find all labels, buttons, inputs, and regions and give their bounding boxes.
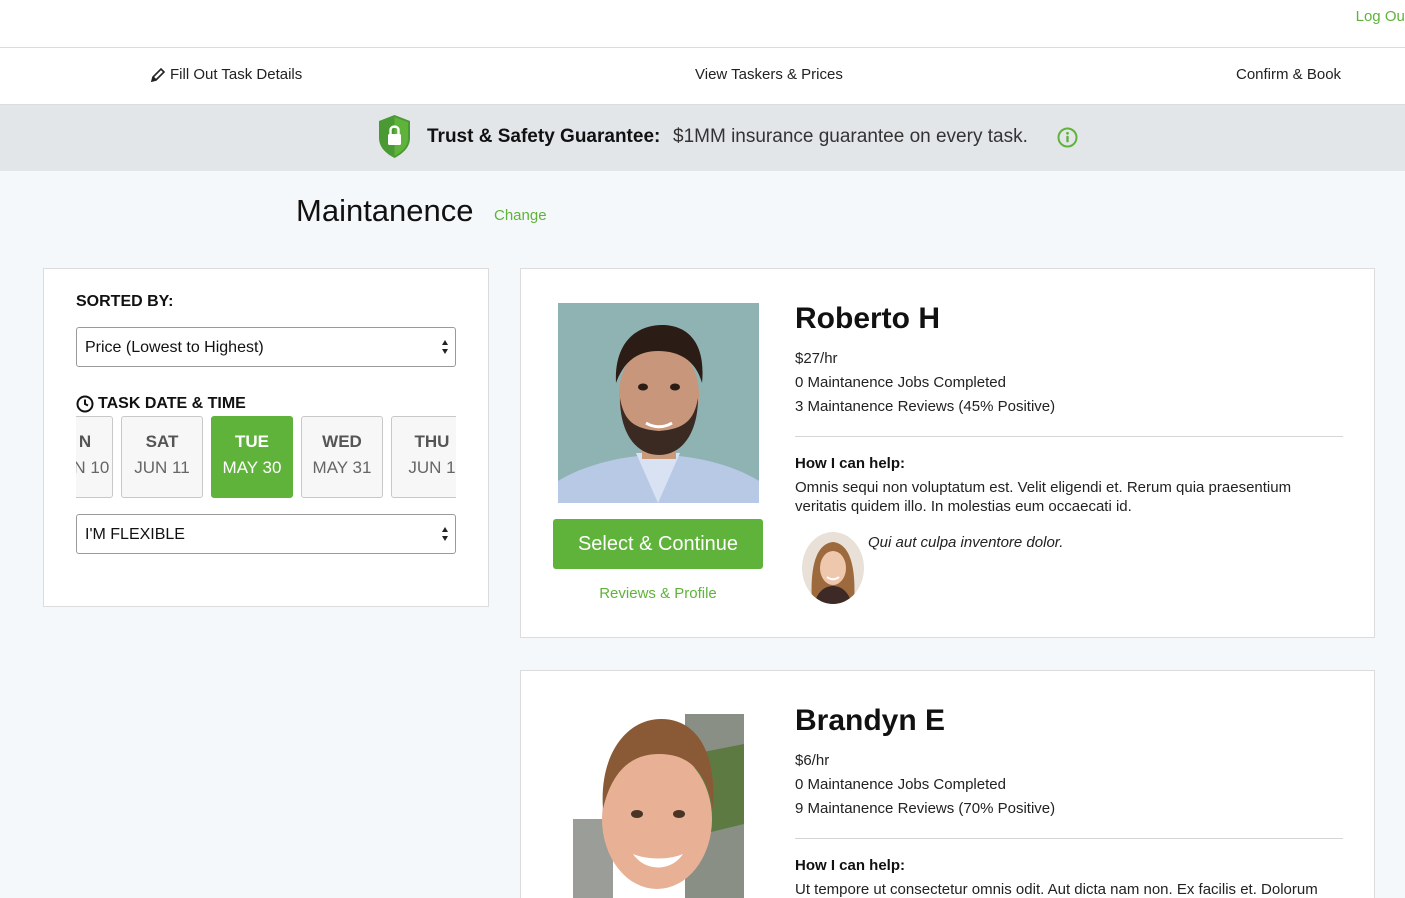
clock-icon (76, 395, 94, 413)
reviews-profile-link[interactable]: Reviews & Profile (553, 585, 763, 602)
change-category-link[interactable]: Change (494, 207, 547, 224)
sort-panel: SORTED BY: Price (Lowest to Highest) TAS… (43, 268, 489, 607)
how-i-can-help-heading: How I can help: (795, 857, 906, 874)
tasker-jobs-completed: 0 Maintanence Jobs Completed (795, 374, 1006, 391)
date-label-text: TASK DATE & TIME (98, 395, 246, 412)
step-label: Confirm & Book (1236, 66, 1342, 83)
date-carousel[interactable]: N JUN 10 SAT JUN 11 TUE MAY 30 WED MAY 3… (76, 416, 456, 498)
sort-select-value: Price (Lowest to Highest) (85, 339, 264, 356)
task-date-time-label: TASK DATE & TIME (76, 395, 246, 413)
how-i-can-help-text: Ut tempore ut consectetur omnis odit. Au… (795, 881, 1318, 898)
step-fill-out-details[interactable]: Fill Out Task Details (150, 66, 302, 83)
time-select-value: I'M FLEXIBLE (85, 526, 185, 543)
trust-safety-banner: Trust & Safety Guarantee: $1MM insurance… (0, 105, 1405, 171)
step-label: View Taskers & Prices (695, 66, 843, 83)
tasker-name: Brandyn E (795, 704, 946, 737)
step-view-taskers[interactable]: View Taskers & Prices (695, 66, 843, 83)
logout-link[interactable]: Log Out (1356, 8, 1405, 25)
tasker-card: Roberto H $27/hr 0 Maintanence Jobs Comp… (520, 268, 1375, 638)
info-icon[interactable] (1057, 127, 1078, 148)
how-i-can-help-text: Omnis sequi non voluptatum est. Velit el… (795, 479, 1292, 515)
trust-title: Trust & Safety Guarantee: (427, 126, 661, 147)
date-option[interactable]: SAT JUN 11 (121, 416, 203, 498)
select-continue-button[interactable]: Select & Continue (553, 519, 763, 569)
top-bar: Log Out (0, 0, 1405, 48)
shield-lock-icon (379, 115, 410, 158)
sort-select[interactable]: Price (Lowest to Highest) (76, 327, 456, 367)
review-quote: Qui aut culpa inventore dolor. (868, 534, 1064, 551)
tasker-reviews-summary: 9 Maintanence Reviews (70% Positive) (795, 800, 1056, 817)
select-arrows-icon (442, 340, 448, 354)
date-option[interactable]: WED MAY 31 (301, 416, 383, 498)
divider (795, 436, 1343, 437)
reviewer-avatar (802, 532, 864, 604)
category-title: Maintanence (296, 193, 474, 228)
tasker-rate: $6/hr (795, 752, 830, 769)
tasker-card: Brandyn E $6/hr 0 Maintanence Jobs Compl… (520, 670, 1375, 898)
tasker-reviews-summary: 3 Maintanence Reviews (45% Positive) (795, 398, 1056, 415)
step-confirm-book[interactable]: Confirm & Book (1236, 66, 1341, 83)
time-select[interactable]: I'M FLEXIBLE (76, 514, 456, 554)
tasker-photo[interactable] (558, 303, 759, 503)
date-option[interactable]: THU JUN 1 (391, 416, 456, 498)
tasker-name: Roberto H (795, 302, 940, 335)
pencil-icon (150, 67, 166, 82)
tasker-photo[interactable] (573, 714, 744, 898)
divider (795, 838, 1343, 839)
select-arrows-icon (442, 527, 448, 541)
sorted-by-label: SORTED BY: (76, 293, 174, 310)
date-option-selected[interactable]: TUE MAY 30 (211, 416, 293, 498)
date-option[interactable]: N JUN 10 (76, 416, 113, 498)
how-i-can-help-heading: How I can help: (795, 455, 906, 472)
step-progress-bar: Fill Out Task Details View Taskers & Pri… (0, 48, 1405, 105)
tasker-rate: $27/hr (795, 350, 838, 367)
trust-text: $1MM insurance guarantee on every task. (673, 126, 1028, 147)
tasker-jobs-completed: 0 Maintanence Jobs Completed (795, 776, 1006, 793)
step-label: Fill Out Task Details (170, 66, 303, 83)
